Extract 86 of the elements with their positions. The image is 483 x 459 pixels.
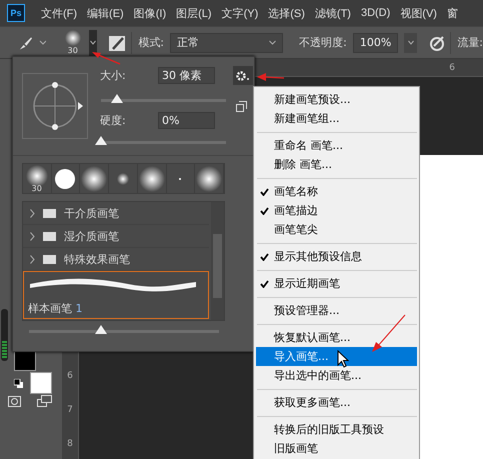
menu-item[interactable]: 恢复默认画笔...	[256, 328, 417, 347]
brush-tip-icon[interactable]	[54, 168, 76, 190]
background-color-swatch[interactable]	[30, 372, 52, 394]
menu-item[interactable]: 图像(I)	[134, 6, 166, 20]
size-slider-thumb[interactable]	[111, 94, 124, 103]
brush-group-name: 干介质画笔	[64, 206, 119, 220]
brush-panel-icon[interactable]	[108, 34, 126, 52]
pressure-icon[interactable]	[429, 34, 444, 50]
opacity-field[interactable]: 100%	[352, 32, 398, 52]
size-label: 大小:	[100, 68, 126, 83]
size-field[interactable]: 30 像素	[158, 67, 215, 84]
brush-icon[interactable]	[18, 34, 33, 50]
menu-item[interactable]: 画笔描边	[256, 201, 417, 220]
menu-item[interactable]: 导出选中的画笔...	[256, 366, 417, 385]
hardness-field[interactable]: 0%	[158, 112, 215, 129]
menu-item[interactable]: 图层(L)	[176, 6, 212, 20]
folder-icon	[43, 254, 56, 264]
flow-label: 流量:	[457, 35, 483, 50]
menu-item[interactable]: 画笔笔尖	[256, 220, 417, 239]
dropdown-button[interactable]	[404, 32, 418, 52]
settings-icon	[236, 70, 250, 80]
hardness-label: 硬度:	[100, 113, 126, 128]
menu-item[interactable]: 新建画笔预设...	[256, 90, 417, 109]
mode-label: 模式:	[138, 35, 164, 50]
settings-button[interactable]	[233, 66, 253, 85]
menu-item[interactable]: 预设管理器...	[256, 301, 417, 320]
menu-item[interactable]: 显示近期画笔	[256, 274, 417, 293]
mask-icon[interactable]	[8, 396, 21, 407]
screen-mode-icon[interactable]	[37, 395, 52, 407]
brush-group-row[interactable]: 湿介质画笔	[23, 225, 209, 248]
brush-size-label: 30	[32, 184, 42, 193]
brush-name: 样本画笔 1	[28, 301, 84, 316]
menu-item[interactable]: 文字(Y)	[222, 6, 258, 20]
menu-item[interactable]: 画笔名称	[256, 182, 417, 201]
caret-icon[interactable]	[38, 40, 46, 46]
brush-tip-icon[interactable]	[116, 172, 130, 186]
preview-size-slider-thumb[interactable]	[95, 325, 108, 334]
menu-item[interactable]: 删除 画笔...	[256, 155, 417, 174]
opacity-label: 不透明度:	[299, 35, 347, 50]
menu-item[interactable]: 编辑(E)	[87, 6, 124, 20]
annotation-arrow	[92, 52, 122, 66]
folder-icon	[43, 232, 56, 240]
brush-group-name: 湿介质画笔	[64, 228, 119, 244]
brush-tip-icon[interactable]	[138, 164, 166, 192]
hardness-slider-thumb[interactable]	[95, 136, 107, 145]
caret-icon	[408, 40, 414, 45]
menu-item[interactable]: 获取更多画笔...	[256, 393, 417, 412]
chevron-icon	[30, 208, 35, 218]
menu-item[interactable]: 视图(V)	[400, 6, 437, 20]
ruler-number: 6	[449, 62, 455, 72]
caret-icon	[90, 40, 96, 45]
annotation-arrow	[257, 73, 285, 81]
app-logo: Ps	[7, 4, 25, 22]
chevron-icon	[30, 232, 35, 240]
annotation-arrow	[372, 314, 406, 352]
ruler-number: 8	[67, 439, 73, 449]
brush-tip-icon[interactable]	[64, 30, 81, 46]
menu-item[interactable]: 滤镜(T)	[314, 6, 351, 20]
brush-size-label: 30	[68, 46, 78, 55]
menu-item[interactable]: 文件(F)	[41, 6, 78, 20]
brush-group-row[interactable]: 特殊效果画笔	[23, 248, 209, 271]
menu-item[interactable]: 选择(S)	[268, 6, 305, 20]
mouse-cursor-icon	[337, 350, 349, 368]
swap-colors-icon[interactable]	[14, 379, 23, 388]
brush-tip-icon[interactable]	[80, 164, 108, 192]
ruler-number: 6	[67, 371, 73, 381]
ruler-number: 7	[67, 405, 73, 415]
menu-item[interactable]: 新建画笔组...	[256, 109, 417, 128]
meter-icon	[1, 309, 8, 361]
folder-icon	[43, 208, 56, 218]
menu-item[interactable]: 3D(D)	[360, 7, 390, 19]
brush-tip-icon[interactable]	[195, 164, 223, 192]
menu-item[interactable]: 重命名 画笔...	[256, 136, 417, 155]
dropdown-button[interactable]	[89, 30, 97, 56]
caret-icon	[269, 40, 276, 45]
menu-item[interactable]: 导入画笔...	[256, 347, 417, 366]
new-preset-icon[interactable]	[236, 101, 247, 112]
menu-item[interactable]: 显示其他预设信息	[256, 247, 417, 266]
menu-item[interactable]: 转换后的旧版工具预设	[256, 420, 417, 439]
brush-preset-item[interactable]: 样本画笔 1	[23, 271, 209, 319]
menu-item[interactable]: 窗	[446, 6, 458, 20]
brush-group-row[interactable]: 干介质画笔	[23, 202, 209, 225]
mode-dropdown[interactable]: 正常	[170, 32, 284, 52]
menu-item[interactable]: 旧版画笔	[256, 439, 417, 458]
chevron-icon	[30, 254, 35, 264]
brush-group-name: 特殊效果画笔	[64, 252, 130, 266]
